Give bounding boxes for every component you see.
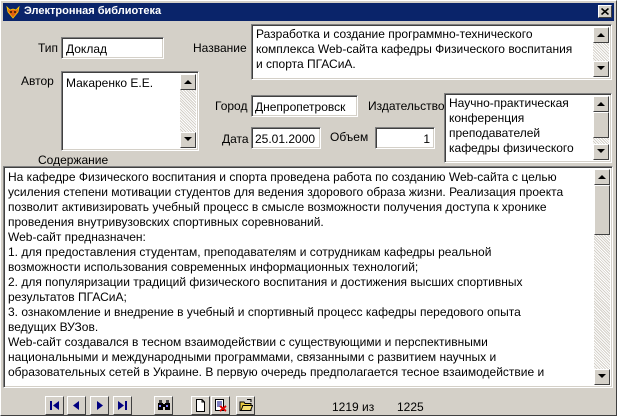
content-label: Содержание [38,153,109,167]
arrow-down-icon [184,137,192,141]
publisher-scrollbar[interactable] [593,96,609,160]
title-label: Название [193,41,247,55]
close-icon [601,8,609,15]
scroll-down-button[interactable] [593,144,609,160]
type-field[interactable]: Доклад [61,37,164,59]
author-scrollbar[interactable] [180,74,196,148]
content-line: образовательных сетей в Украине. В перву… [8,365,545,379]
publisher-line: кафедры физического [449,141,574,155]
title-bar[interactable]: Электронная библиотека [3,3,614,21]
arrow-up-icon [597,33,605,37]
open-folder-button[interactable] [236,396,255,415]
scroll-up-button[interactable] [180,74,196,90]
navigation-bar: 1219 из 1225 [1,391,617,417]
title-line: Разработка и создание программно-техниче… [256,27,533,41]
city-field[interactable]: Днепропетровск [251,95,358,117]
delete-record-icon [215,399,227,412]
date-value: 25.01.2000 [255,132,316,146]
prev-record-button[interactable] [67,396,86,415]
date-label: Дата [222,132,249,146]
last-record-button[interactable] [113,396,132,415]
publisher-line: конференция [449,111,525,125]
content-line: 3. ознакомление и внедрение в учебный и … [8,305,521,319]
search-button[interactable] [154,396,173,415]
total-records-counter: 1225 [397,400,424,414]
arrow-up-icon [184,80,192,84]
app-window: Электронная библиотека Тип Доклад Назван… [0,0,617,416]
first-record-icon [50,401,59,410]
content-textarea[interactable]: На кафедре Физического воспитания и спор… [3,166,613,388]
scroll-up-button[interactable] [594,169,610,185]
publisher-line: преподавателей [449,126,541,140]
content-line: Web-сайт создавался в тесном взаимодейст… [8,335,488,349]
content-line: Web-сайт предназначен: [8,230,146,244]
window-title: Электронная библиотека [24,5,162,17]
arrow-down-icon [597,149,605,153]
scroll-down-button[interactable] [593,61,609,77]
content-line: 2. для популяризации традиций физическог… [8,275,523,289]
type-value: Доклад [66,42,107,56]
close-button[interactable] [598,5,612,18]
search-binoculars-icon [158,400,170,410]
city-value: Днепропетровск [255,100,346,114]
delete-record-button[interactable] [211,396,230,415]
scroll-thumb[interactable] [593,112,609,138]
scroll-down-button[interactable] [594,369,610,385]
content-line: 1. для предоставления студентам, препода… [8,245,492,259]
arrow-up-icon [598,175,606,179]
volume-label: Объем [330,130,369,144]
new-record-icon [196,399,205,412]
content-line: ведущих ВУЗов. [8,320,99,334]
content-scrollbar[interactable] [594,169,610,385]
next-record-button[interactable] [90,396,109,415]
content-line: национальными и международными программа… [8,350,497,364]
scroll-up-button[interactable] [593,27,609,43]
open-folder-icon [239,399,253,411]
prev-record-icon [73,401,79,410]
arrow-down-icon [598,374,606,378]
arrow-up-icon [597,102,605,106]
next-record-icon [97,401,103,410]
current-record-counter: 1219 из [332,400,375,414]
city-label: Город [215,99,248,113]
author-label: Автор [21,74,54,88]
author-field[interactable]: Макаренко Е.Е. [61,71,199,151]
title-line: и спорта ПГАСиА. [256,57,356,71]
new-record-button[interactable] [191,396,210,415]
content-line: усиления степени мотивации студентов для… [8,185,564,199]
scroll-thumb[interactable] [594,185,610,235]
publisher-label: Издательство [368,99,445,113]
type-label: Тип [38,41,59,55]
scroll-up-button[interactable] [593,96,609,112]
last-record-icon [118,401,127,410]
content-line: На кафедре Физического воспитания и спор… [8,170,557,184]
content-line: возможности использования современных ин… [8,260,419,274]
first-record-button[interactable] [45,396,64,415]
volume-value: 1 [423,132,430,146]
fox-app-icon [5,4,21,20]
title-line: комплекса Web-сайта кафедры Физического … [256,42,573,56]
arrow-down-icon [597,66,605,70]
content-line: результатов ПГАСиА; [8,290,127,304]
scroll-down-button[interactable] [180,132,196,148]
content-line: проведения внутривузовских спортивных со… [8,215,324,229]
date-field[interactable]: 25.01.2000 [251,127,321,149]
publisher-line: Научно-практическая [449,96,569,110]
content-line: позволит активизировать учебный процесс … [8,200,547,214]
author-value: Макаренко Е.Е. [66,76,154,90]
title-field[interactable]: Разработка и создание программно-техниче… [251,24,612,80]
title-scrollbar[interactable] [593,27,609,77]
publisher-field[interactable]: Научно-практическая конференция преподав… [444,93,612,163]
volume-field[interactable]: 1 [375,127,435,149]
